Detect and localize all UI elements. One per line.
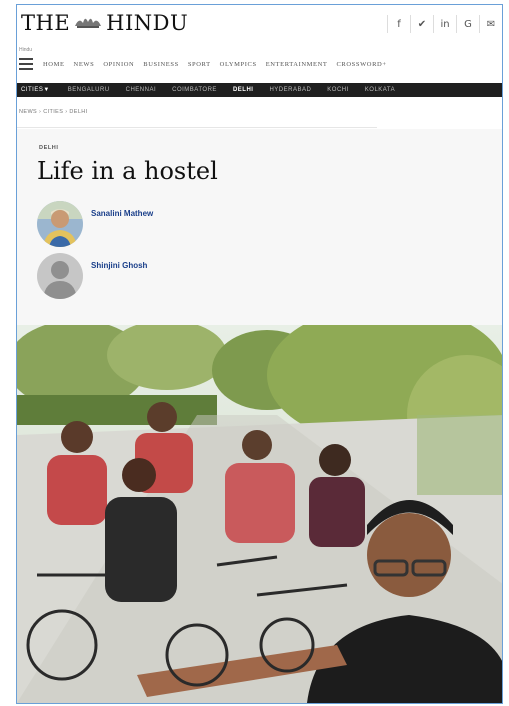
nav-opinion[interactable]: OPINION — [103, 61, 134, 68]
social-links: f ✔ in G ✉ — [387, 15, 502, 33]
main-nav: HOME NEWS OPINION BUSINESS SPORT OLYMPIC… — [17, 53, 502, 75]
article-title: Life in a hostel — [37, 157, 218, 185]
nav-sport[interactable]: SPORT — [188, 61, 211, 68]
city-kochi[interactable]: KOCHI — [327, 87, 349, 93]
article-photo — [17, 325, 502, 703]
logo-text-the: THE — [21, 11, 71, 35]
linkedin-icon[interactable]: in — [433, 15, 456, 33]
mail-icon[interactable]: ✉ — [479, 15, 502, 33]
facebook-icon[interactable]: f — [387, 15, 410, 33]
page-frame: THE HINDU f ✔ in G ✉ Hindu HOME NEWS OPIN… — [16, 4, 503, 704]
divider — [17, 127, 377, 128]
city-chennai[interactable]: CHENNAI — [126, 87, 157, 93]
logo-emblem-icon — [73, 13, 103, 29]
nav-entertainment[interactable]: ENTERTAINMENT — [266, 61, 328, 68]
city-hyderabad[interactable]: HYDERABAD — [269, 87, 311, 93]
google-icon[interactable]: G — [456, 15, 479, 33]
city-coimbatore[interactable]: COIMBATORE — [172, 87, 217, 93]
nav-news[interactable]: NEWS — [74, 61, 95, 68]
city-bengaluru[interactable]: BENGALURU — [68, 87, 110, 93]
cities-dropdown[interactable]: CITIES▼ — [21, 87, 50, 93]
author-avatar[interactable] — [37, 201, 83, 247]
masthead: THE HINDU f ✔ in G ✉ — [17, 5, 502, 41]
menu-icon[interactable] — [19, 55, 33, 73]
author-name-link[interactable]: Sanalini Mathew — [91, 209, 153, 218]
author-row: Sanalini Mathew — [37, 201, 153, 247]
nav-business[interactable]: BUSINESS — [143, 61, 179, 68]
nav-home[interactable]: HOME — [43, 61, 65, 68]
logo-text-hindu: HINDU — [106, 11, 189, 35]
breadcrumb[interactable]: NEWS › CITIES › DELHI — [19, 109, 88, 115]
nav-crossword[interactable]: CROSSWORD+ — [336, 61, 386, 68]
article-kicker[interactable]: DELHI — [39, 145, 59, 151]
city-delhi[interactable]: DELHI — [233, 87, 254, 93]
author-name-link[interactable]: Shinjini Ghosh — [91, 261, 147, 270]
twitter-icon[interactable]: ✔ — [410, 15, 433, 33]
site-logo[interactable]: THE HINDU — [21, 11, 188, 35]
city-kolkata[interactable]: KOLKATA — [365, 87, 395, 93]
cities-bar: CITIES▼ BENGALURU CHENNAI COIMBATORE DEL… — [17, 83, 502, 97]
author-row: Shinjini Ghosh — [37, 253, 147, 299]
user-placeholder-icon[interactable] — [37, 253, 83, 299]
nav-olympics[interactable]: OLYMPICS — [220, 61, 257, 68]
